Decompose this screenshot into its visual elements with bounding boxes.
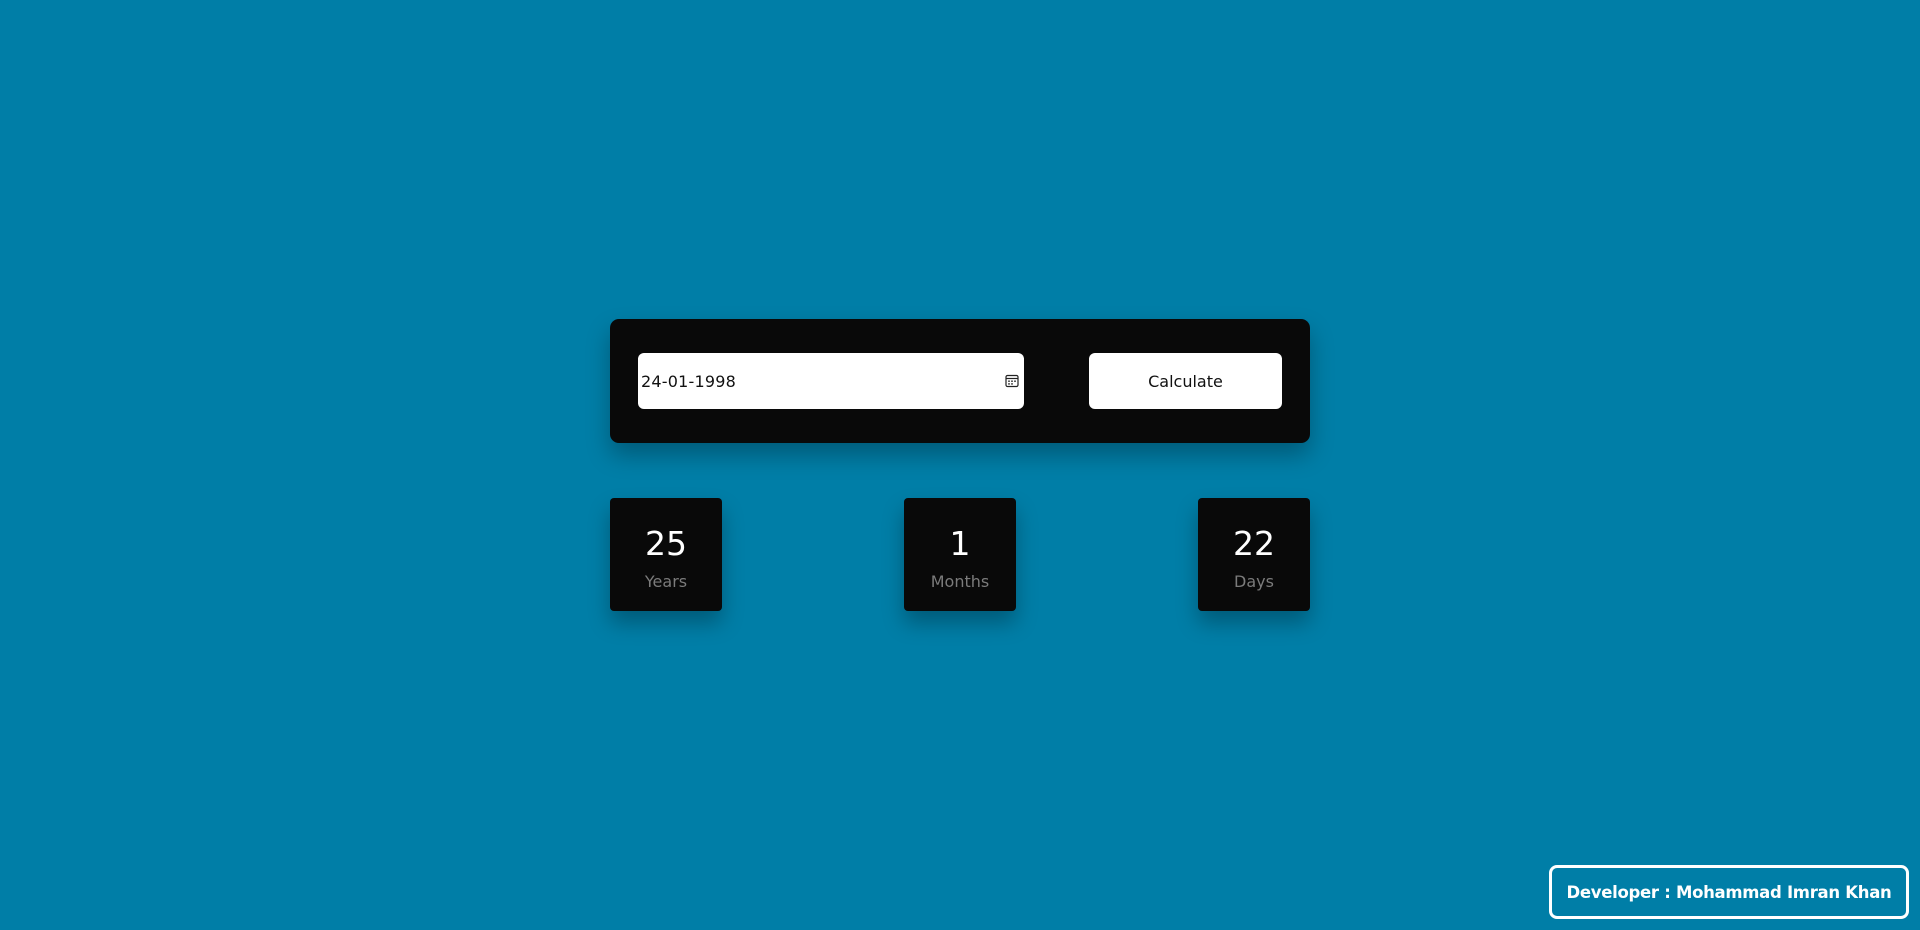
months-value: 1 [949, 524, 971, 563]
birth-date-value[interactable]: 24-01-1998 [641, 372, 1004, 391]
calendar-icon-graphic [1005, 374, 1019, 388]
developer-credit: Developer : Mohammad Imran Khan [1549, 865, 1909, 919]
days-value: 22 [1233, 524, 1275, 563]
days-result-card: 22 Days [1198, 498, 1310, 611]
calendar-icon[interactable] [1004, 373, 1020, 389]
calculate-button[interactable]: Calculate [1089, 353, 1282, 409]
years-result-card: 25 Years [610, 498, 722, 611]
years-label: Years [644, 572, 688, 591]
months-label: Months [930, 572, 990, 591]
birth-date-input[interactable]: 24-01-1998 [638, 353, 1024, 409]
months-result-card: 1 Months [904, 498, 1016, 611]
years-value: 25 [645, 524, 687, 563]
days-label: Days [1234, 572, 1274, 591]
input-panel: 24-01-1998 Calculate [610, 319, 1310, 443]
